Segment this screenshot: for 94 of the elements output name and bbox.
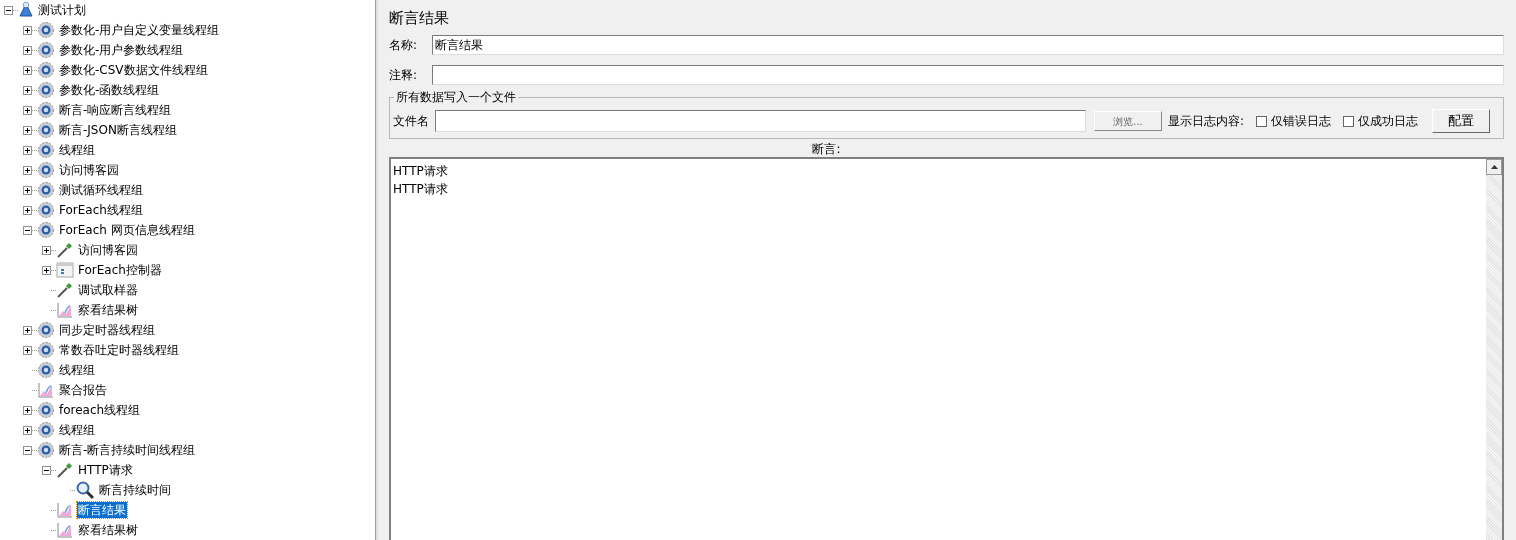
tree-item[interactable]: foreach线程组 [58,402,142,418]
gear-icon [37,161,55,179]
tree-item[interactable]: ForEach 网页信息线程组 [58,222,196,238]
chart-icon [56,521,74,539]
checkbox-label: 仅错误日志 [1271,113,1332,130]
gear-icon [37,61,55,79]
gear-icon [37,401,55,419]
expand-toggle[interactable] [23,45,32,55]
tree-item[interactable]: 聚合报告 [58,382,108,398]
tree-item[interactable]: 访问博客园 [58,162,120,178]
dropper-icon [56,281,74,299]
name-field[interactable]: 断言结果 [432,35,1504,55]
gear-icon [37,201,55,219]
field-label: 文件名 [393,113,429,130]
tree-item[interactable]: 断言-断言持续时间线程组 [58,442,197,458]
collapse-toggle[interactable] [42,465,51,475]
tree-item[interactable]: ForEach线程组 [58,202,144,218]
controller-icon [56,261,74,279]
chart-icon [56,501,74,519]
tree-item[interactable]: 断言持续时间 [98,482,172,498]
expand-toggle[interactable] [23,185,32,195]
assertions-label: 断言: [812,141,841,157]
gear-icon [37,421,55,439]
tree-item[interactable]: 察看结果树 [77,522,139,538]
scrollbar[interactable] [1486,159,1502,540]
gear-icon [37,441,55,459]
gear-icon [37,21,55,39]
tree-item[interactable]: 同步定时器线程组 [58,322,156,338]
assertion-line: HTTP请求 [393,163,449,180]
gear-icon [37,41,55,59]
tree-item[interactable]: 访问博客园 [77,242,139,258]
tree-item[interactable]: 察看结果树 [77,302,139,318]
gear-icon [37,121,55,139]
tree-item[interactable]: 测试计划 [37,2,87,18]
tree-item[interactable]: 参数化-函数线程组 [58,82,161,98]
collapse-toggle[interactable] [4,5,13,15]
config-button[interactable]: 配置 [1432,109,1491,133]
group-legend: 所有数据写入一个文件 [394,90,518,104]
gear-icon [37,101,55,119]
tree-item[interactable]: 测试循环线程组 [58,182,144,198]
tree-item[interactable]: 线程组 [58,142,96,158]
assertion-line: HTTP请求 [393,181,449,198]
chart-icon [56,301,74,319]
magnifier-icon [75,480,95,500]
expand-toggle[interactable] [23,325,32,335]
tree-item[interactable]: 断言-JSON断言线程组 [58,122,178,138]
collapse-toggle[interactable] [23,445,32,455]
tree-item[interactable]: 断言结果 [77,502,127,518]
field-label: 名称: [389,37,419,54]
expand-toggle[interactable] [23,85,32,95]
dropper-icon [56,461,74,479]
gear-icon [37,321,55,339]
chart-icon [37,381,55,399]
gear-icon [37,221,55,239]
panel-title: 断言结果 [389,8,450,29]
filename-field[interactable] [435,110,1086,132]
field-label: 注释: [389,67,419,84]
expand-toggle[interactable] [23,205,32,215]
expand-toggle[interactable] [23,125,32,135]
gear-icon [37,81,55,99]
expand-toggle[interactable] [23,345,32,355]
gear-icon [37,361,55,379]
expand-toggle[interactable] [23,425,32,435]
gear-icon [37,341,55,359]
tree-item[interactable]: 参数化-用户自定义变量线程组 [58,22,221,38]
browse-button[interactable]: 浏览... [1094,111,1162,131]
expand-toggle[interactable] [42,245,51,255]
tree-item[interactable]: 参数化-用户参数线程组 [58,42,185,58]
tree-item[interactable]: 断言-响应断言线程组 [58,102,173,118]
scroll-up-icon[interactable] [1486,159,1502,175]
tree-item[interactable]: 线程组 [58,422,96,438]
collapse-toggle[interactable] [23,225,32,235]
tree-item[interactable]: 调试取样器 [77,282,139,298]
comment-field[interactable] [432,65,1504,85]
gear-icon [37,181,55,199]
tree-item[interactable]: ForEach控制器 [77,262,163,278]
expand-toggle[interactable] [23,105,32,115]
expand-toggle[interactable] [42,265,51,275]
flask-icon [18,2,34,18]
expand-toggle[interactable] [23,165,32,175]
tree-item[interactable]: 常数吞吐定时器线程组 [58,342,180,358]
expand-toggle[interactable] [23,145,32,155]
checkbox-label: 仅成功日志 [1358,113,1419,130]
expand-toggle[interactable] [23,25,32,35]
expand-toggle[interactable] [23,405,32,415]
gear-icon [37,141,55,159]
checkbox[interactable] [1256,115,1268,127]
tree-item[interactable]: HTTP请求 [77,462,134,478]
expand-toggle[interactable] [23,65,32,75]
log-label: 显示日志内容: [1168,113,1245,130]
checkbox[interactable] [1343,115,1355,127]
tree-item[interactable]: 参数化-CSV数据文件线程组 [58,62,209,78]
tree-item[interactable]: 线程组 [58,362,96,378]
dropper-icon [56,241,74,259]
